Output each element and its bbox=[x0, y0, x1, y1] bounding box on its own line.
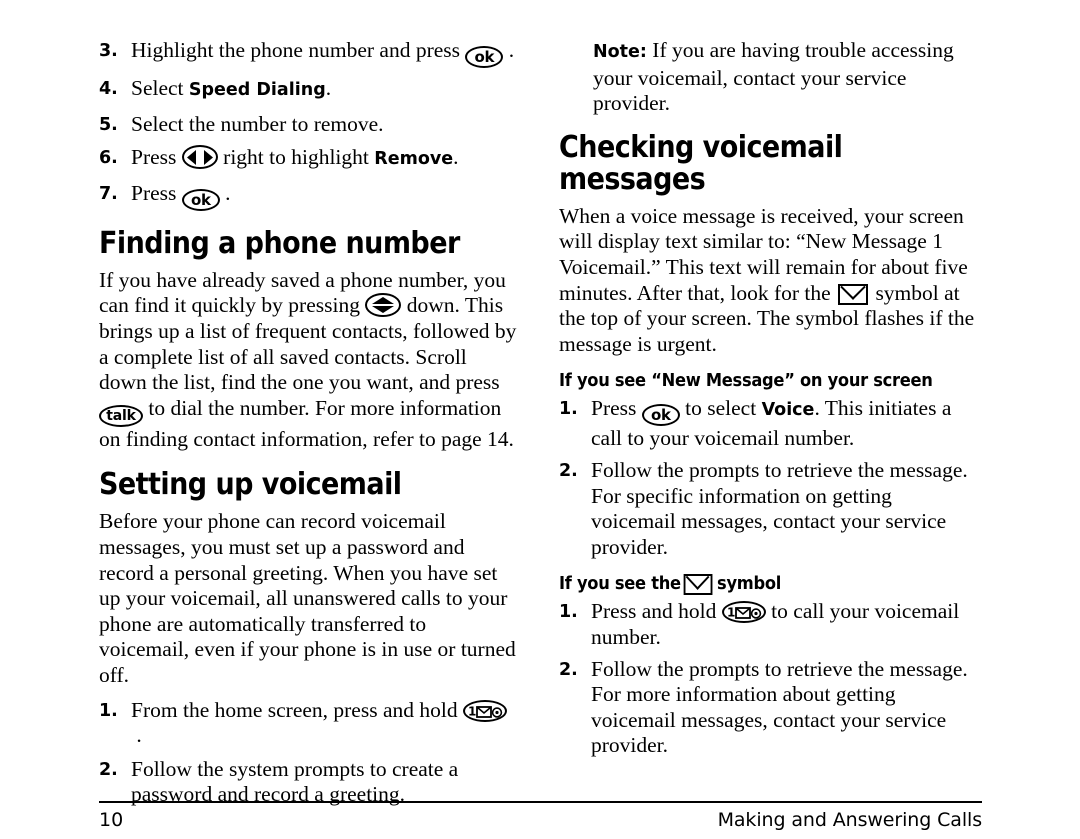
right-column: Note: If you are having trouble accessin… bbox=[559, 38, 981, 765]
step-text: Select the number to remove. bbox=[131, 111, 384, 136]
subheading-text-after: symbol bbox=[717, 574, 782, 595]
list-item: 2. Follow the prompts to retrieve the me… bbox=[559, 657, 981, 759]
paragraph-checking-body: When a voice message is received, your s… bbox=[559, 203, 975, 356]
step-text: Press right to highlight Remove. bbox=[131, 145, 459, 170]
list-item: 6. Press right to highlight Remove. bbox=[99, 145, 517, 173]
ok-key-icon: ok bbox=[641, 404, 680, 427]
note-text: If you are having trouble accessing your… bbox=[593, 38, 954, 116]
nav-arrows-glyph bbox=[184, 147, 216, 167]
heading-checking-voicemail-messages: Checking voicemail messages bbox=[559, 129, 843, 197]
list-item: 1. From the home screen, press and hold … bbox=[99, 698, 517, 749]
step-number: 1. bbox=[559, 602, 578, 623]
one-envelope-at-glyph: 1 bbox=[724, 603, 764, 621]
envelope-icon bbox=[838, 283, 869, 305]
continued-step-list: 3. Highlight the phone number and press … bbox=[99, 38, 517, 211]
step-number: 2. bbox=[559, 460, 578, 481]
manual-page: 3. Highlight the phone number and press … bbox=[0, 0, 1080, 839]
subheading-new-message: If you see “New Message” on your screen bbox=[559, 371, 933, 392]
list-item: 2. Follow the prompts to retrieve the me… bbox=[559, 458, 981, 560]
bold-term: Speed Dialing bbox=[188, 80, 326, 100]
step-number: 5. bbox=[99, 114, 118, 135]
note-callout: Note: If you are having trouble accessin… bbox=[593, 38, 981, 117]
step-number: 1. bbox=[99, 700, 118, 721]
heading-setting-up-voicemail: Setting up voicemail bbox=[99, 467, 402, 503]
heading-finding-a-phone-number: Finding a phone number bbox=[99, 225, 460, 261]
step-number: 7. bbox=[99, 183, 118, 204]
subheading-envelope-symbol: If you see the symbol bbox=[559, 573, 951, 595]
nav-diamond-glyph bbox=[367, 295, 399, 315]
list-item: 1. Press ok to select Voice. This initia… bbox=[559, 396, 981, 452]
step-text: Press and hold 1 to call your voicemail … bbox=[591, 599, 960, 649]
step-number: 2. bbox=[99, 759, 118, 780]
step-number: 3. bbox=[99, 41, 118, 61]
left-column: 3. Highlight the phone number and press … bbox=[99, 38, 517, 816]
talk-key-icon: talk bbox=[99, 404, 143, 427]
svg-text:1: 1 bbox=[468, 704, 476, 718]
step-text: Select Speed Dialing. bbox=[131, 76, 332, 100]
paragraph-finding-body: If you have already saved a phone number… bbox=[99, 267, 517, 451]
list-item: 4. Select Speed Dialing. bbox=[99, 76, 517, 104]
bold-term: Remove bbox=[374, 149, 454, 170]
list-item: 3. Highlight the phone number and press … bbox=[99, 38, 517, 68]
svg-text:1: 1 bbox=[727, 606, 735, 620]
step-text: Press ok to select Voice. This initiates… bbox=[591, 396, 952, 451]
left-right-navigation-key-icon bbox=[181, 145, 218, 170]
step-number: 1. bbox=[559, 399, 578, 420]
paragraph-setting-body: Before your phone can record voicemail m… bbox=[99, 509, 516, 687]
symbol-step-list: 1. Press and hold 1 to call your voicema… bbox=[559, 599, 981, 759]
bold-term: Voice bbox=[761, 400, 815, 421]
subheading-text-before: If you see the bbox=[559, 574, 681, 595]
envelope-icon bbox=[683, 573, 713, 595]
list-item: 7. Press ok . bbox=[99, 181, 517, 211]
ok-key-icon: ok bbox=[181, 188, 220, 211]
step-number: 2. bbox=[559, 659, 578, 680]
ok-key-icon: ok bbox=[465, 46, 504, 68]
list-item: 5. Select the number to remove. bbox=[99, 112, 517, 138]
one-envelope-at-glyph: 1 bbox=[465, 702, 505, 720]
step-text: From the home screen, press and hold 1 . bbox=[131, 698, 507, 747]
step-text: Press ok . bbox=[131, 180, 231, 211]
up-down-navigation-key-icon bbox=[365, 293, 402, 318]
list-item: 1. Press and hold 1 to call your voicema… bbox=[559, 599, 981, 650]
step-text: Follow the prompts to retrieve the messa… bbox=[591, 656, 968, 758]
page-number: 10 bbox=[99, 809, 124, 831]
footer-divider bbox=[99, 801, 982, 803]
step-text: Highlight the phone number and press ok … bbox=[131, 38, 515, 68]
step-text: Follow the prompts to retrieve the messa… bbox=[591, 457, 968, 559]
footer-chapter-title: Making and Answering Calls bbox=[717, 809, 983, 831]
new-message-step-list: 1. Press ok to select Voice. This initia… bbox=[559, 396, 981, 560]
one-voicemail-key-icon: 1 bbox=[721, 601, 766, 624]
step-number: 6. bbox=[99, 148, 118, 169]
setting-up-voicemail-step-list: 1. From the home screen, press and hold … bbox=[99, 698, 517, 808]
note-label: Note: bbox=[593, 42, 647, 62]
one-voicemail-key-icon: 1 bbox=[462, 699, 507, 722]
step-text: Follow the system prompts to create a pa… bbox=[131, 756, 459, 807]
step-number: 4. bbox=[99, 79, 118, 99]
